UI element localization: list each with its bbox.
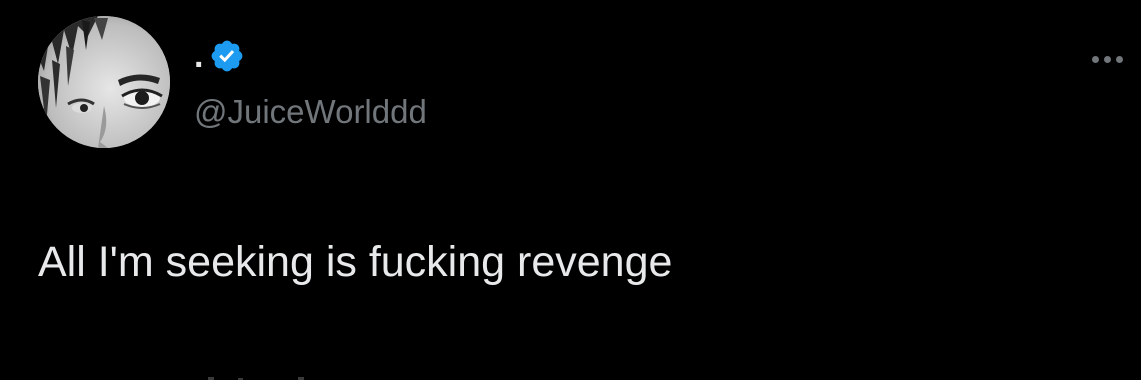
more-horizontal-icon: [1091, 55, 1123, 63]
more-options-button[interactable]: [1082, 44, 1132, 74]
profile-photo: [38, 16, 170, 148]
cropped-content: [38, 368, 458, 380]
author-handle[interactable]: @JuiceWorlddd: [194, 92, 427, 132]
tweet: . @JuiceWorlddd All I'm seeking is fucki…: [0, 0, 1141, 380]
verified-badge-icon: [209, 38, 245, 74]
display-name[interactable]: .: [194, 36, 203, 76]
display-name-row[interactable]: .: [194, 36, 245, 76]
tweet-text: All I'm seeking is fucking revenge: [38, 238, 673, 286]
avatar[interactable]: [38, 16, 170, 148]
